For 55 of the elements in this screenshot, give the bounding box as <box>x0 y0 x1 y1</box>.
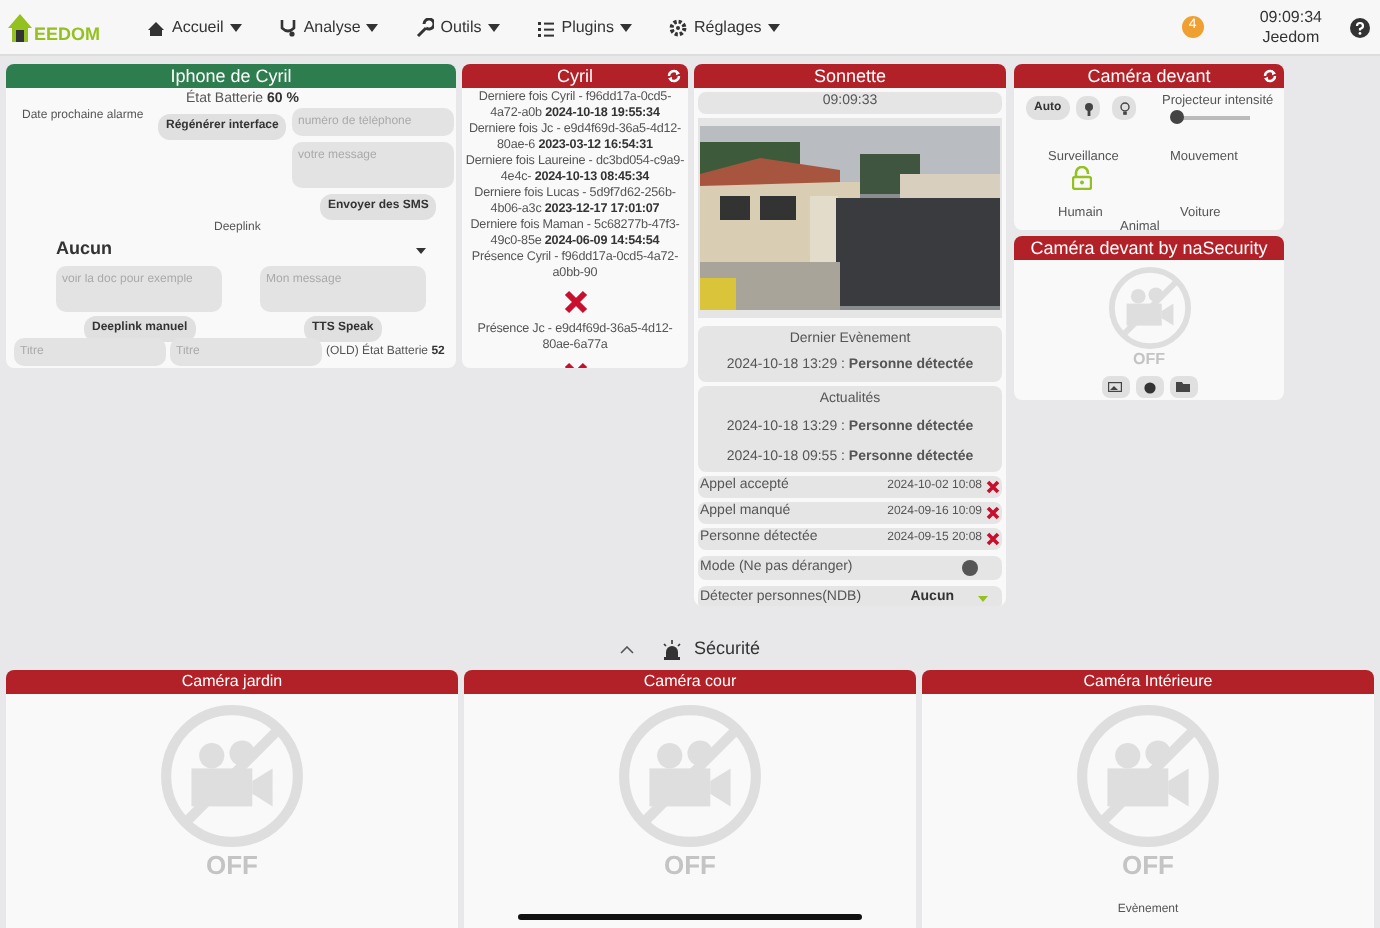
caret-icon <box>619 23 632 31</box>
snapshot-button[interactable] <box>1101 376 1129 398</box>
lightbulb-button[interactable] <box>1112 96 1136 120</box>
help-icon <box>1350 17 1370 37</box>
record-button[interactable] <box>1135 376 1163 398</box>
deeplink-select[interactable]: Aucun <box>56 238 426 262</box>
card-title: Cyril <box>557 67 593 85</box>
delete-icon <box>986 480 1000 494</box>
delete-icon <box>986 506 1000 520</box>
menu-button[interactable]: Accueil <box>146 15 242 39</box>
caret-icon <box>767 23 780 31</box>
logo-text: EEDOM <box>34 25 101 43</box>
card-title: Iphone de Cyril <box>170 67 292 85</box>
camera-off-icon <box>156 700 308 852</box>
delete-icon <box>986 532 1000 546</box>
menu-button[interactable]: Analyse <box>277 15 379 39</box>
slider-thumb[interactable] <box>1169 110 1184 124</box>
menu-button[interactable]: Réglages <box>667 15 780 39</box>
record-icon <box>1143 381 1155 393</box>
collapse-icon <box>619 646 634 654</box>
menu-button[interactable]: Plugins <box>535 15 632 39</box>
clock-time: 09:09:34 <box>1259 7 1322 27</box>
folder-button[interactable] <box>1169 376 1197 398</box>
caret-icon <box>366 23 379 31</box>
stethoscope-icon <box>277 17 298 37</box>
section-title: Sécurité <box>693 636 761 663</box>
siren-icon <box>661 640 682 660</box>
lamp-button[interactable] <box>1076 96 1100 120</box>
card-title: Caméra cour <box>643 670 737 694</box>
caret-icon <box>416 247 426 253</box>
padlock-icon <box>1072 166 1092 190</box>
lightbulb-icon <box>1119 101 1129 115</box>
lamp-icon <box>1083 101 1093 115</box>
list-icon <box>535 17 556 37</box>
caret-icon <box>487 23 500 31</box>
folder-icon <box>1176 382 1190 392</box>
camera-off-icon <box>1072 700 1224 852</box>
menu-button[interactable]: Outils <box>414 15 500 39</box>
refresh-icon <box>666 68 682 84</box>
card-title: Caméra Intérieure <box>1083 670 1213 694</box>
card-title: Sonnette <box>813 67 887 85</box>
caret-icon <box>229 23 242 31</box>
gear-icon <box>667 17 688 37</box>
camera-off-icon <box>614 700 766 852</box>
card-title: Caméra devant by naSecurity <box>1030 239 1268 257</box>
refresh-icon <box>1262 68 1278 84</box>
image-icon <box>1108 382 1122 392</box>
house-icon <box>6 11 34 43</box>
card-title: Caméra jardin <box>181 670 283 694</box>
wrench-icon <box>414 17 435 37</box>
house-icon <box>146 17 167 37</box>
camera-off-icon <box>1105 264 1193 352</box>
caret-icon <box>978 595 988 601</box>
card-title: Caméra devant <box>1087 67 1211 85</box>
user-name[interactable]: Jeedom <box>1262 27 1320 47</box>
